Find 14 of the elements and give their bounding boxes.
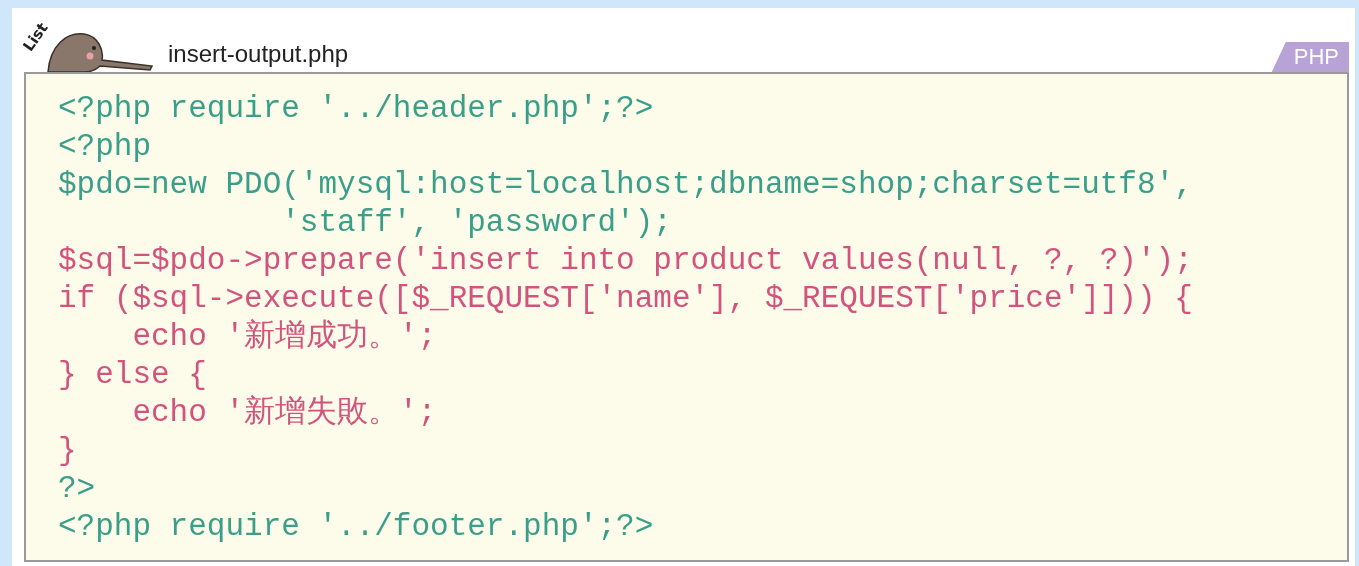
- code-line: <?php require '../footer.php';?>: [58, 508, 655, 546]
- code-line: $sql=$pdo->prepare('insert into product values(null, ?, ?)');: [58, 242, 1194, 280]
- file-name: insert-output.php: [168, 40, 349, 68]
- code-line: <?php require '../header.php';?>: [58, 90, 655, 128]
- code-line: ?>: [58, 470, 97, 508]
- language-tag: PHP: [1271, 42, 1349, 72]
- code-line: $pdo=new PDO('mysql:host=localhost;dbname=shop;charset=utf8',: [58, 166, 1194, 204]
- code-line: 'staff', 'password');: [280, 204, 673, 242]
- code-line: }: [58, 432, 78, 470]
- code-line: } else {: [58, 356, 208, 394]
- code-line: <?php: [58, 128, 152, 166]
- code-line: if ($sql->execute([$_REQUEST['name'], $_REQUEST['price']])) {: [58, 280, 1194, 318]
- code-line: echo '新增失敗。';: [131, 394, 438, 432]
- code-line: echo '新增成功。';: [131, 318, 438, 356]
